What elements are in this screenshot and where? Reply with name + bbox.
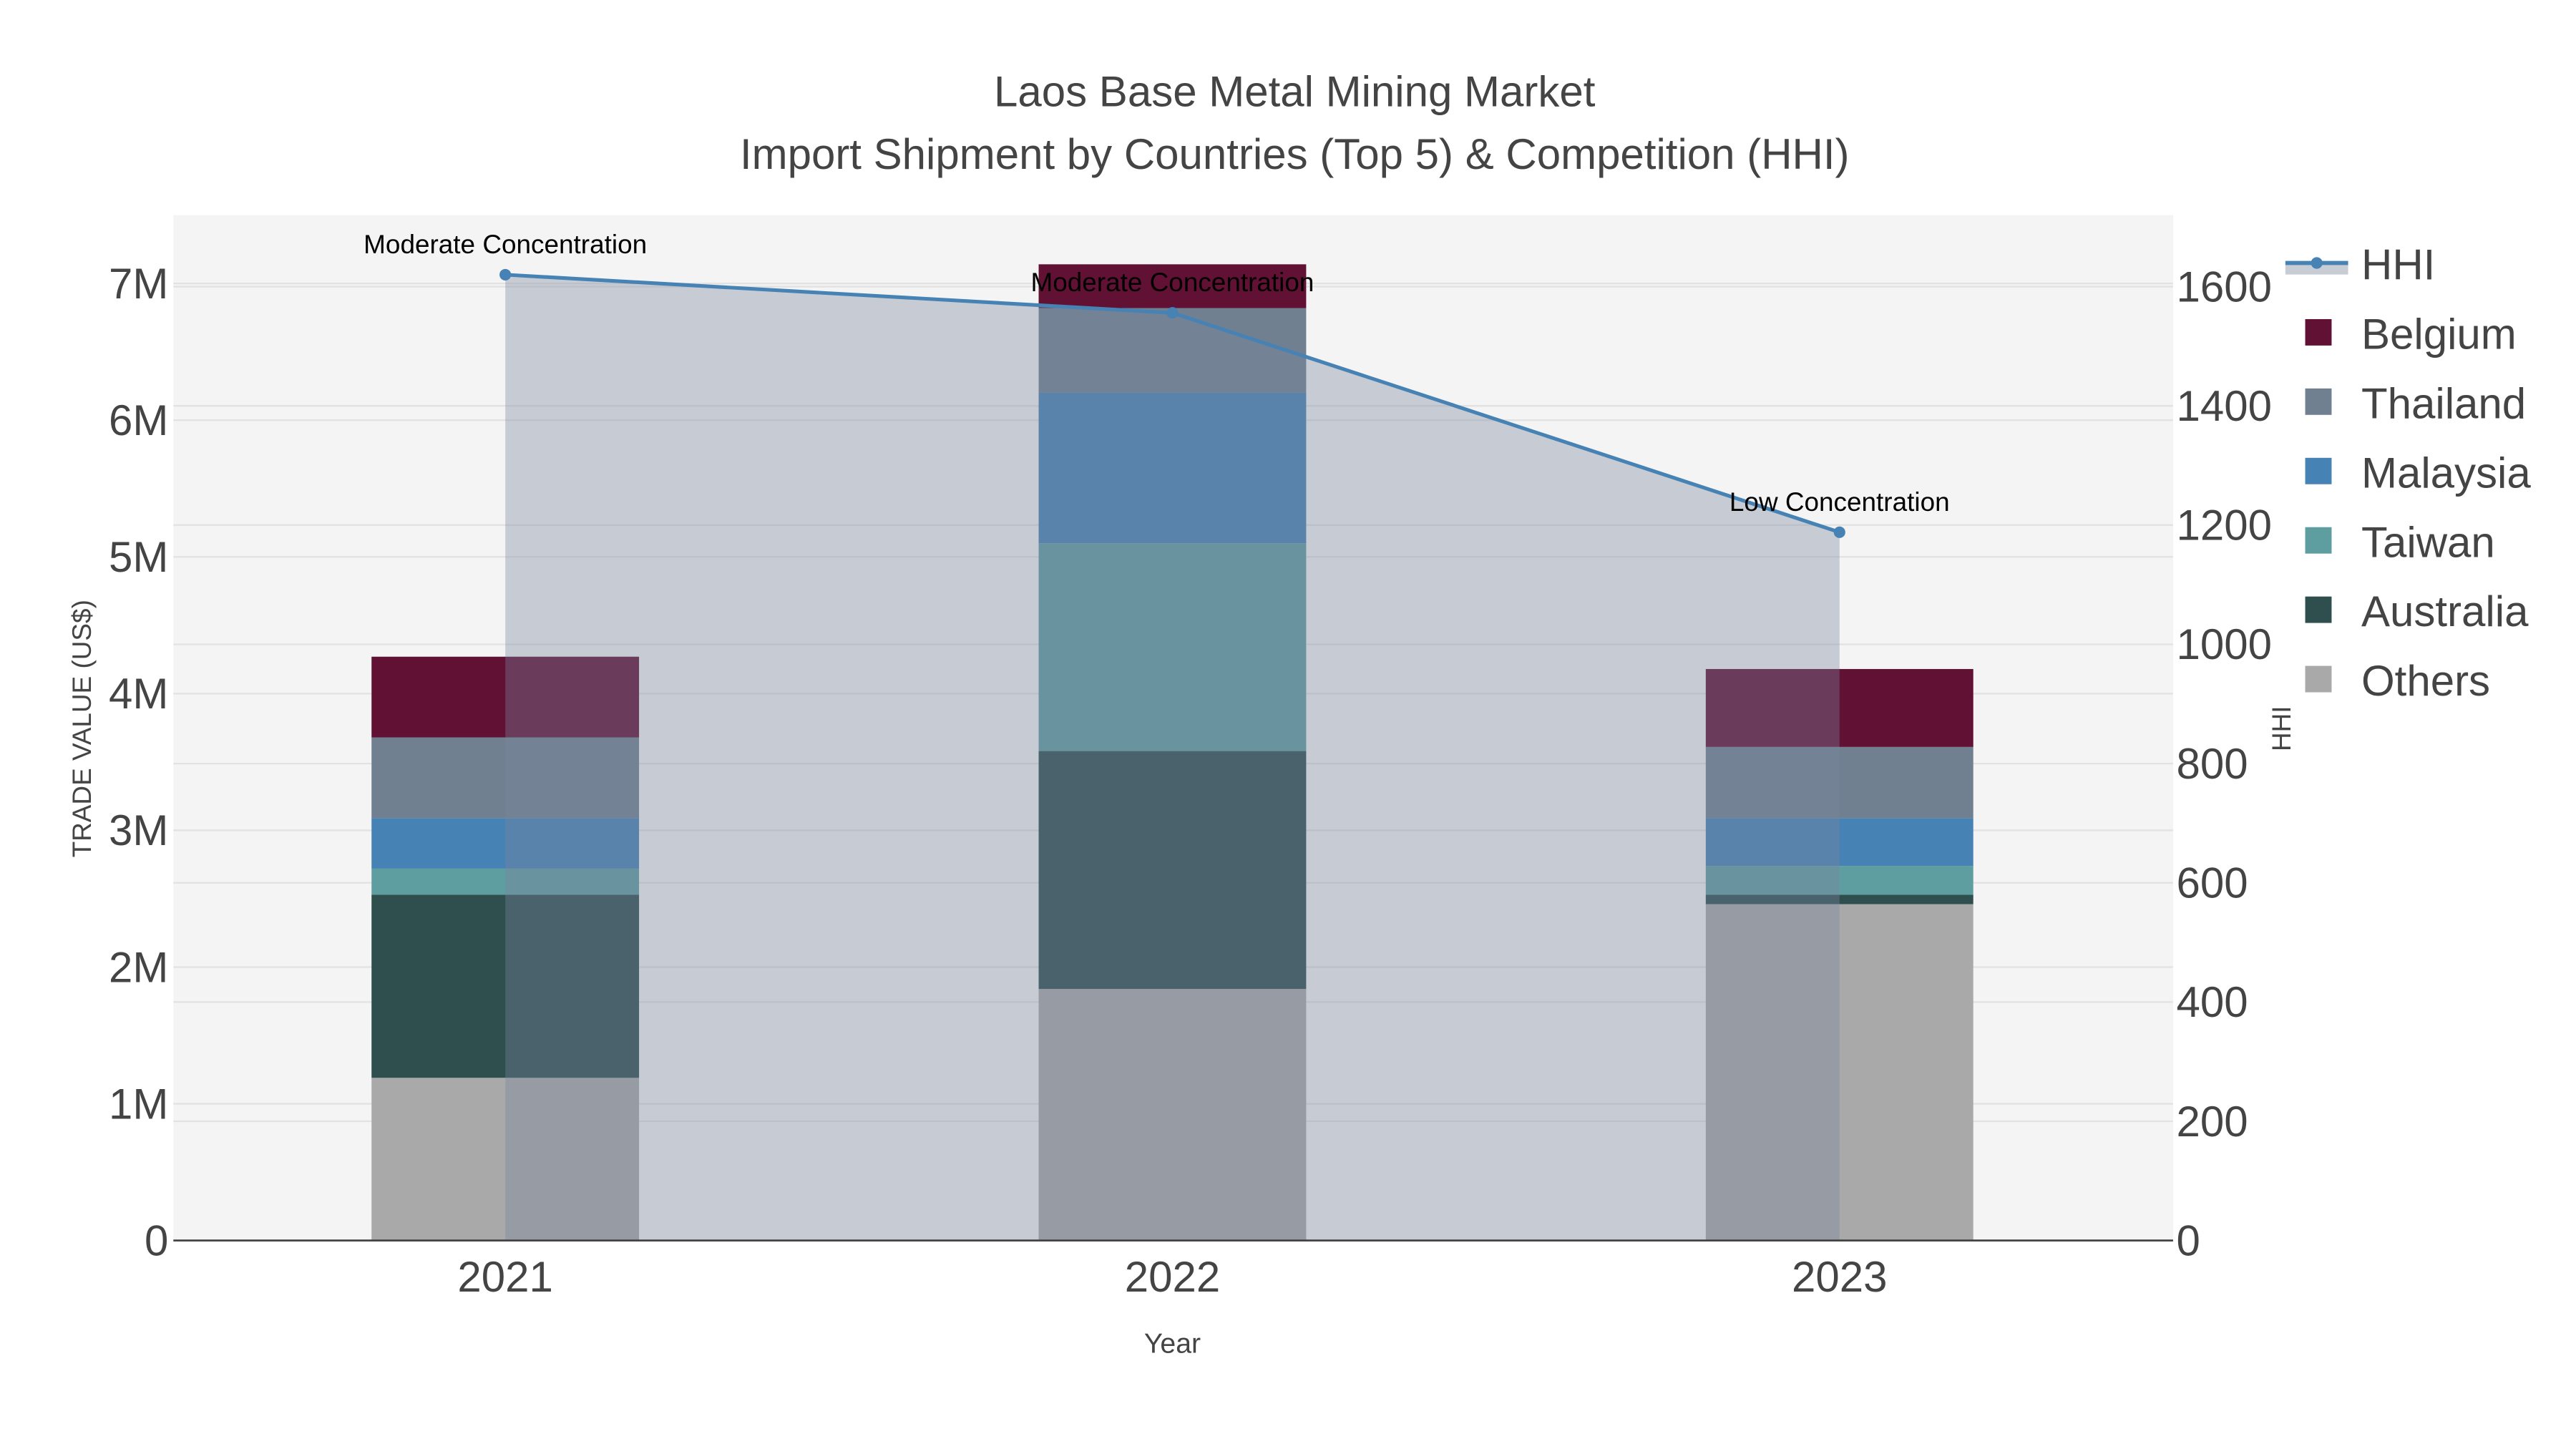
y-tick-label: 2M bbox=[109, 943, 168, 991]
y2-axis-ticks: 0 200 400 600 800 1000 1200 1400 1600 bbox=[2177, 263, 2272, 1264]
legend-hhi-marker bbox=[2311, 257, 2323, 269]
x-tick-label: 2023 bbox=[1792, 1253, 1887, 1301]
x-axis-title: Year bbox=[1144, 1328, 1201, 1360]
chart: Moderate Concentration Moderate Concentra… bbox=[67, 67, 2531, 1360]
y-tick-label: 3M bbox=[109, 806, 168, 854]
y2-tick-label: 200 bbox=[2177, 1098, 2248, 1146]
y-tick-label: 1M bbox=[109, 1080, 168, 1128]
legend: HHI Belgium Thailand Malaysia Taiwan Australi… bbox=[2285, 241, 2531, 705]
y-tick-label: 4M bbox=[109, 670, 168, 718]
legend-swatch-thailand bbox=[2305, 388, 2332, 415]
x-tick-label: 2022 bbox=[1125, 1253, 1220, 1301]
legend-label-australia: Australia bbox=[2361, 587, 2529, 635]
legend-label-taiwan: Taiwan bbox=[2361, 518, 2495, 566]
x-tick-label: 2021 bbox=[457, 1253, 552, 1301]
legend-swatch-taiwan bbox=[2305, 527, 2332, 554]
hhi-point bbox=[499, 268, 512, 280]
y2-tick-label: 600 bbox=[2177, 859, 2248, 907]
hhi-point bbox=[1833, 526, 1845, 538]
legend-label-others: Others bbox=[2361, 657, 2490, 705]
y-tick-label: 7M bbox=[109, 260, 168, 308]
y2-tick-label: 1400 bbox=[2177, 382, 2272, 430]
y2-tick-label: 400 bbox=[2177, 978, 2248, 1026]
legend-swatch-others bbox=[2305, 665, 2332, 693]
chart-title: Laos Base Metal Mining Market bbox=[994, 67, 1596, 115]
legend-label-belgium: Belgium bbox=[2361, 310, 2517, 358]
y-tick-label: 5M bbox=[109, 533, 168, 581]
y2-tick-label: 1200 bbox=[2177, 502, 2272, 550]
y2-tick-label: 800 bbox=[2177, 740, 2248, 788]
legend-label-malaysia: Malaysia bbox=[2361, 449, 2531, 497]
y2-axis-title: HHI bbox=[2267, 706, 2296, 751]
legend-swatch-malaysia bbox=[2305, 457, 2332, 484]
hhi-point bbox=[1166, 307, 1179, 319]
y-axis-title: TRADE VALUE (US$) bbox=[67, 600, 97, 857]
legend-label-hhi: HHI bbox=[2361, 241, 2435, 289]
chart-subtitle: Import Shipment by Countries (Top 5) & C… bbox=[740, 130, 1850, 178]
hhi-annotation: Moderate Concentration bbox=[364, 230, 647, 259]
legend-swatch-australia bbox=[2305, 596, 2332, 623]
legend-label-thailand: Thailand bbox=[2361, 379, 2526, 427]
y2-tick-label: 0 bbox=[2177, 1216, 2200, 1264]
y-axis-ticks: 0 1M 2M 3M 4M 5M 6M 7M bbox=[109, 260, 168, 1265]
hhi-annotation: Moderate Concentration bbox=[1030, 268, 1314, 297]
y-tick-label: 6M bbox=[109, 396, 168, 444]
x-axis-ticks: 2021 2022 2023 bbox=[457, 1253, 1887, 1301]
legend-swatch-belgium bbox=[2305, 318, 2332, 346]
y2-tick-label: 1000 bbox=[2177, 620, 2272, 668]
y-tick-label: 0 bbox=[145, 1216, 168, 1264]
y2-tick-label: 1600 bbox=[2177, 263, 2272, 311]
hhi-annotation: Low Concentration bbox=[1729, 487, 1950, 517]
